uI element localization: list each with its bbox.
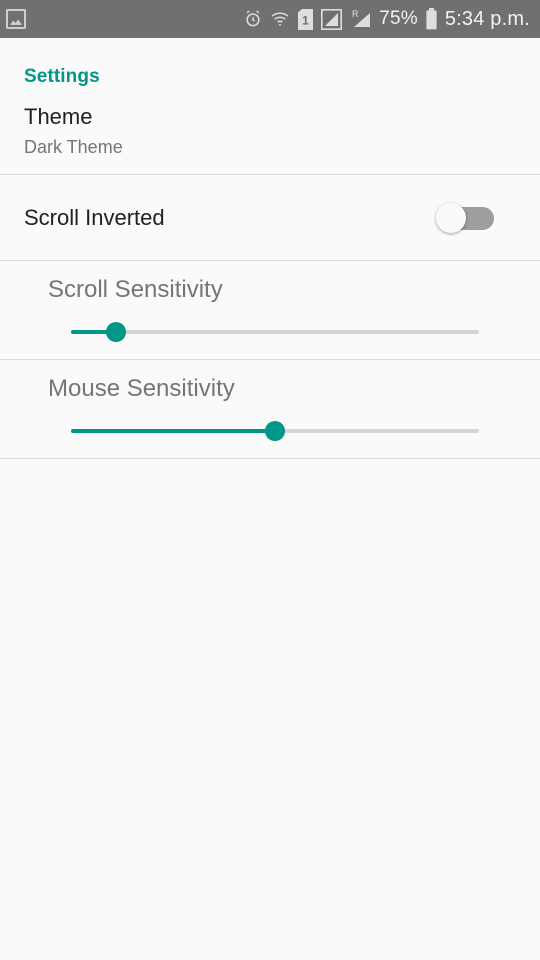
settings-screen: Settings Theme Dark Theme Scroll Inverte… xyxy=(0,38,540,459)
sim-one-icon: 1 xyxy=(297,8,314,30)
svg-text:1: 1 xyxy=(302,13,309,27)
alarm-icon xyxy=(243,9,263,29)
divider xyxy=(0,458,540,459)
slider-fill xyxy=(71,429,275,434)
mouse-sensitivity-label: Mouse Sensitivity xyxy=(48,374,235,402)
status-bar[interactable]: 1 R 75% 5:34 p.m. xyxy=(0,0,540,38)
battery-percent-label: 75% xyxy=(379,8,418,29)
setting-row-mouse-sensitivity[interactable]: Mouse Sensitivity xyxy=(0,360,540,458)
settings-section-header: Settings xyxy=(24,66,100,87)
setting-row-theme[interactable]: Theme Dark Theme xyxy=(0,88,540,174)
theme-subtitle: Dark Theme xyxy=(24,136,123,157)
battery-full-icon xyxy=(425,8,438,30)
scroll-inverted-toggle[interactable] xyxy=(436,202,494,233)
toggle-thumb[interactable] xyxy=(436,202,466,233)
roaming-signal-icon: R xyxy=(349,9,372,30)
signal-bars-icon xyxy=(321,8,343,30)
slider-thumb[interactable] xyxy=(105,322,126,343)
wifi-icon xyxy=(270,9,290,29)
svg-text:R: R xyxy=(352,9,359,19)
slider-thumb[interactable] xyxy=(265,421,285,442)
slider-track xyxy=(71,330,479,335)
setting-row-scroll-inverted[interactable]: Scroll Inverted xyxy=(0,175,540,260)
setting-row-scroll-sensitivity[interactable]: Scroll Sensitivity xyxy=(0,261,540,359)
scroll-sensitivity-slider[interactable] xyxy=(71,320,479,344)
scroll-inverted-title: Scroll Inverted xyxy=(24,204,165,230)
status-bar-notifications xyxy=(6,9,26,29)
clock-label: 5:34 p.m. xyxy=(444,7,530,30)
image-notification-icon xyxy=(6,9,26,29)
status-bar-system-icons: 1 R 75% 5:34 p.m. xyxy=(243,8,530,31)
mouse-sensitivity-slider[interactable] xyxy=(71,419,479,443)
scroll-sensitivity-label: Scroll Sensitivity xyxy=(48,275,223,303)
theme-title: Theme xyxy=(24,104,93,130)
